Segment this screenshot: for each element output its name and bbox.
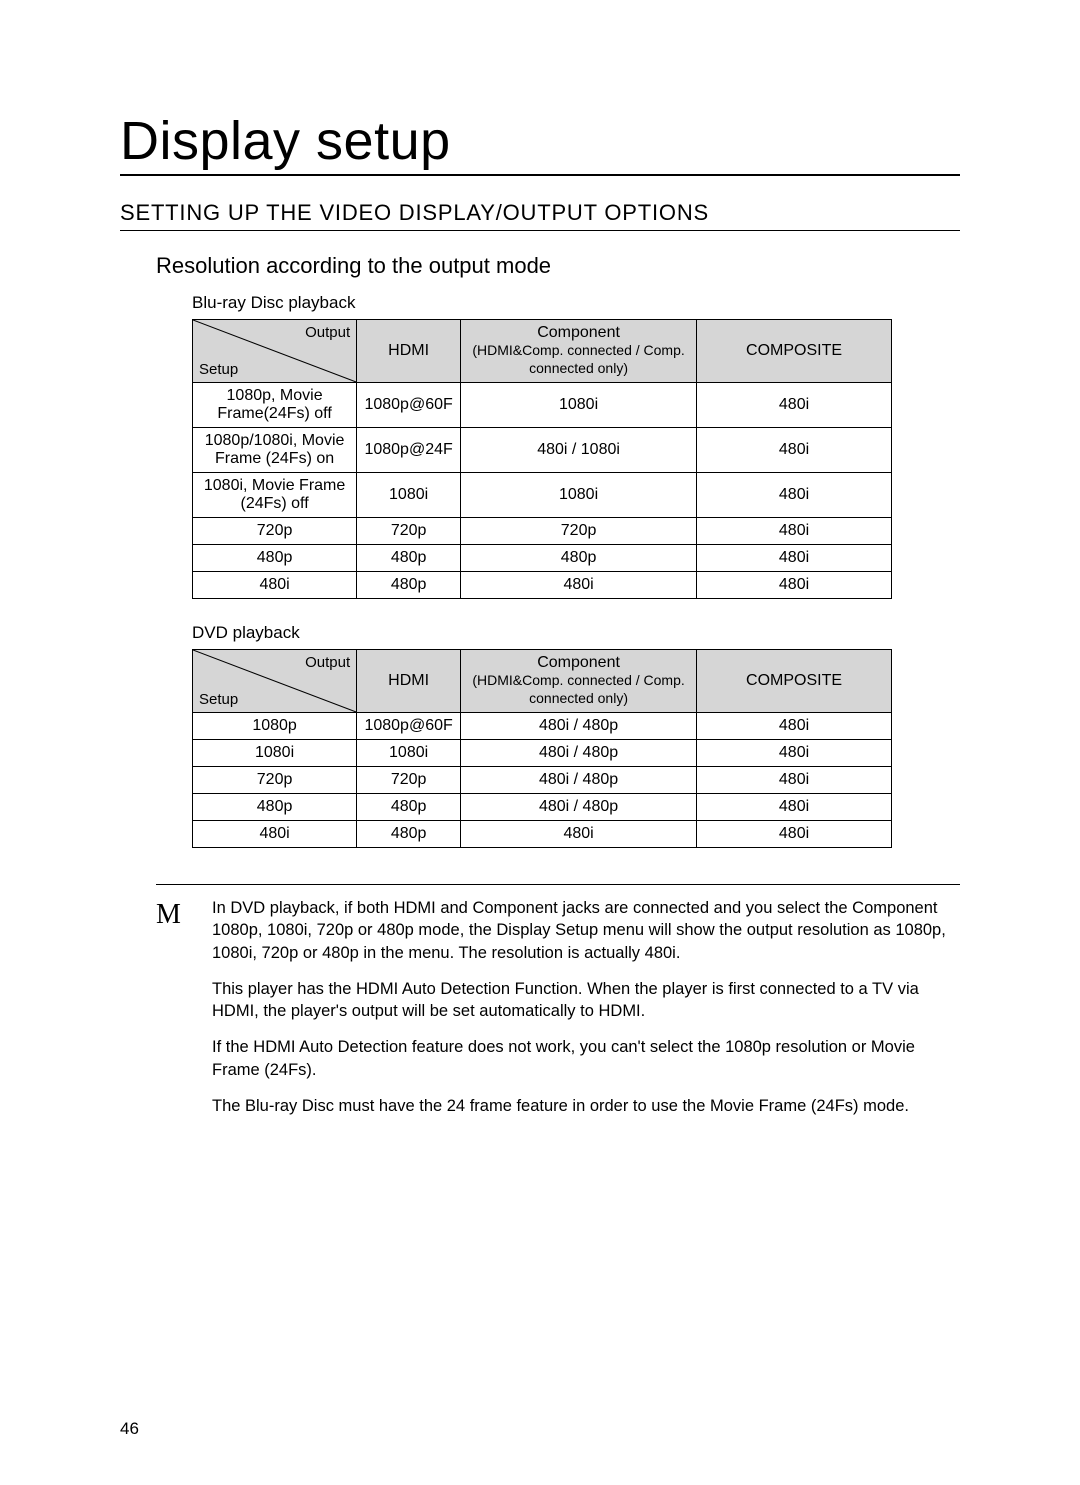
table-caption-2: DVD playback xyxy=(192,623,960,643)
table-row: 1080i, Movie Frame (24Fs) off 1080i 1080… xyxy=(193,473,892,518)
table-row: 720p 720p 480i / 480p 480i xyxy=(193,767,892,794)
notes-block: M In DVD playback, if both HDMI and Comp… xyxy=(156,884,960,1131)
cell-composite: 480i xyxy=(697,794,892,821)
cell-composite: 480i xyxy=(697,713,892,740)
cell-component: 720p xyxy=(461,518,697,545)
cell-hdmi: 1080p@60F xyxy=(357,383,461,428)
cell-setup: 720p xyxy=(193,518,357,545)
cell-hdmi: 480p xyxy=(357,821,461,848)
table-header-row: Output Setup HDMI Component (HDMI&Comp. … xyxy=(193,650,892,713)
table-row: 1080p 1080p@60F 480i / 480p 480i xyxy=(193,713,892,740)
cell-composite: 480i xyxy=(697,383,892,428)
header-component-line1: Component xyxy=(537,324,620,341)
cell-composite: 480i xyxy=(697,473,892,518)
cell-setup: 720p xyxy=(193,767,357,794)
table-row: 480p 480p 480p 480i xyxy=(193,545,892,572)
note-item: This player has the HDMI Auto Detection … xyxy=(212,978,960,1023)
table-row: 480p 480p 480i / 480p 480i xyxy=(193,794,892,821)
section-heading: SETTING UP THE VIDEO DISPLAY/OUTPUT OPTI… xyxy=(120,200,960,231)
note-item: The Blu-ray Disc must have the 24 frame … xyxy=(212,1095,960,1117)
cell-setup: 1080p/1080i, Movie Frame (24Fs) on xyxy=(193,428,357,473)
page-number: 46 xyxy=(120,1419,139,1439)
resolution-table-dvd: Output Setup HDMI Component (HDMI&Comp. … xyxy=(192,649,892,848)
table-row: 1080p/1080i, Movie Frame (24Fs) on 1080p… xyxy=(193,428,892,473)
cell-component: 1080i xyxy=(461,383,697,428)
header-composite: COMPOSITE xyxy=(697,320,892,383)
header-hdmi: HDMI xyxy=(357,320,461,383)
sub-heading: Resolution according to the output mode xyxy=(156,253,960,279)
cell-composite: 480i xyxy=(697,572,892,599)
cell-composite: 480i xyxy=(697,545,892,572)
cell-composite: 480i xyxy=(697,821,892,848)
cell-setup: 1080i xyxy=(193,740,357,767)
cell-setup: 480i xyxy=(193,572,357,599)
cell-component: 480i / 480p xyxy=(461,713,697,740)
cell-setup: 480i xyxy=(193,821,357,848)
cell-setup: 1080p, Movie Frame(24Fs) off xyxy=(193,383,357,428)
cell-component: 480i / 480p xyxy=(461,794,697,821)
header-setup-label: Setup xyxy=(199,691,238,708)
cell-composite: 480i xyxy=(697,767,892,794)
table-header-row: Output Setup HDMI Component (HDMI&Comp. … xyxy=(193,320,892,383)
cell-setup: 1080i, Movie Frame (24Fs) off xyxy=(193,473,357,518)
manual-page: Display setup SETTING UP THE VIDEO DISPL… xyxy=(0,0,1080,1485)
cell-component: 1080i xyxy=(461,473,697,518)
cell-composite: 480i xyxy=(697,428,892,473)
cell-component: 480i xyxy=(461,572,697,599)
header-output-label: Output xyxy=(305,654,350,671)
cell-hdmi: 480p xyxy=(357,794,461,821)
cell-hdmi: 720p xyxy=(357,767,461,794)
cell-composite: 480i xyxy=(697,518,892,545)
header-setup-output: Output Setup xyxy=(193,650,357,713)
table-row: 1080i 1080i 480i / 480p 480i xyxy=(193,740,892,767)
cell-hdmi: 1080p@24F xyxy=(357,428,461,473)
header-component: Component (HDMI&Comp. connected / Comp. … xyxy=(461,320,697,383)
table-caption-1: Blu-ray Disc playback xyxy=(192,293,960,313)
cell-setup: 1080p xyxy=(193,713,357,740)
table-row: 1080p, Movie Frame(24Fs) off 1080p@60F 1… xyxy=(193,383,892,428)
cell-component: 480i / 1080i xyxy=(461,428,697,473)
resolution-table-bluray: Output Setup HDMI Component (HDMI&Comp. … xyxy=(192,319,892,599)
cell-hdmi: 1080p@60F xyxy=(357,713,461,740)
cell-setup: 480p xyxy=(193,794,357,821)
header-output-label: Output xyxy=(305,324,350,341)
cell-component: 480i / 480p xyxy=(461,740,697,767)
table-row: 720p 720p 720p 480i xyxy=(193,518,892,545)
notes-list: In DVD playback, if both HDMI and Compon… xyxy=(212,897,960,1131)
table-row: 480i 480p 480i 480i xyxy=(193,572,892,599)
page-title: Display setup xyxy=(120,110,960,176)
cell-hdmi: 1080i xyxy=(357,473,461,518)
cell-component: 480i xyxy=(461,821,697,848)
header-component-line1: Component xyxy=(537,654,620,671)
cell-hdmi: 720p xyxy=(357,518,461,545)
cell-component: 480p xyxy=(461,545,697,572)
note-icon: M xyxy=(156,897,212,929)
table-row: 480i 480p 480i 480i xyxy=(193,821,892,848)
header-hdmi: HDMI xyxy=(357,650,461,713)
cell-hdmi: 480p xyxy=(357,545,461,572)
header-component: Component (HDMI&Comp. connected / Comp. … xyxy=(461,650,697,713)
header-setup-output: Output Setup xyxy=(193,320,357,383)
note-item: If the HDMI Auto Detection feature does … xyxy=(212,1036,960,1081)
header-composite: COMPOSITE xyxy=(697,650,892,713)
cell-setup: 480p xyxy=(193,545,357,572)
header-component-line2: (HDMI&Comp. connected / Comp. connected … xyxy=(472,342,684,376)
cell-component: 480i / 480p xyxy=(461,767,697,794)
cell-composite: 480i xyxy=(697,740,892,767)
header-setup-label: Setup xyxy=(199,361,238,378)
note-item: In DVD playback, if both HDMI and Compon… xyxy=(212,897,960,964)
cell-hdmi: 480p xyxy=(357,572,461,599)
header-component-line2: (HDMI&Comp. connected / Comp. connected … xyxy=(472,672,684,706)
cell-hdmi: 1080i xyxy=(357,740,461,767)
